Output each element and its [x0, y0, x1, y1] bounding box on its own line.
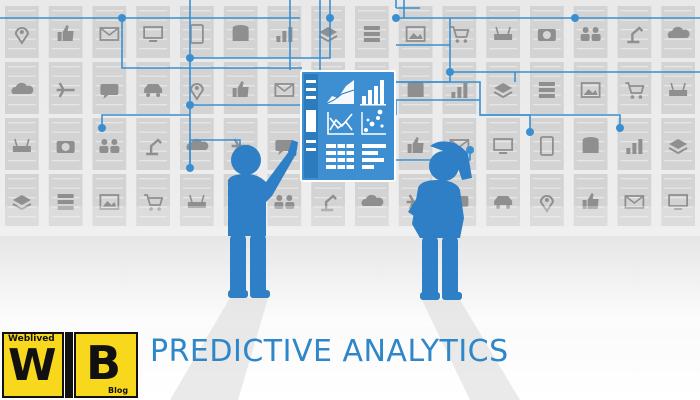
database-icon	[582, 137, 599, 153]
network-node	[526, 128, 534, 136]
network-node	[186, 54, 194, 62]
floor	[0, 236, 700, 326]
network-node	[571, 14, 579, 22]
icon-tile	[442, 6, 477, 58]
weblived-logo: Weblived W B Blog	[0, 330, 142, 400]
icon-tile	[530, 118, 564, 170]
network-node	[98, 124, 106, 132]
icon-tile	[136, 6, 170, 58]
icon-tile	[267, 6, 302, 58]
icon-tile	[48, 6, 83, 58]
icon-tile	[180, 6, 214, 58]
icon-tile	[530, 62, 564, 114]
network-node	[326, 14, 334, 22]
database-icon	[232, 25, 249, 41]
icon-tile	[486, 118, 520, 170]
icon-tile	[398, 62, 433, 114]
icon-tile	[530, 6, 564, 58]
icon-tile	[5, 118, 39, 170]
camera-icon	[56, 141, 75, 153]
icon-tile	[48, 118, 83, 170]
logo-letter-w: W	[8, 340, 57, 391]
icon-tile	[136, 62, 170, 114]
icon-tile	[5, 62, 39, 114]
icon-tile	[311, 6, 345, 58]
icon-tile	[661, 6, 695, 58]
icon-tile	[398, 118, 433, 170]
icon-tile	[48, 62, 83, 114]
network-node	[446, 68, 454, 76]
icon-tile	[573, 118, 608, 170]
icon-tile	[661, 62, 695, 114]
logo-bottom-text: Blog	[108, 386, 129, 395]
logo-separator	[65, 332, 73, 398]
icon-tile	[617, 6, 652, 58]
database-icon	[407, 81, 424, 97]
icon-tile	[267, 62, 302, 114]
icon-tile	[573, 6, 608, 58]
network-node	[186, 164, 194, 172]
network-node	[392, 14, 400, 22]
icon-tile	[223, 62, 258, 114]
icon-tile	[92, 118, 127, 170]
icon-tile	[180, 62, 214, 114]
network-node	[118, 14, 126, 22]
icon-tile	[92, 6, 127, 58]
server-icon	[363, 26, 380, 42]
icon-tile	[223, 6, 258, 58]
icon-tile	[573, 62, 608, 114]
icon-tile	[136, 118, 170, 170]
icon-tile	[661, 118, 695, 170]
analytics-dashboard	[300, 70, 396, 182]
network-node	[186, 101, 194, 109]
icon-tile	[617, 62, 652, 114]
logo-letter-b: B	[86, 336, 122, 390]
caption-title: PREDICTIVE ANALYTICS	[150, 334, 509, 369]
server-icon	[538, 82, 555, 98]
network-node	[466, 146, 474, 154]
network-node	[616, 124, 624, 132]
icon-tile	[5, 6, 39, 58]
icon-tile	[180, 118, 214, 170]
icon-tile	[486, 62, 520, 114]
camera-icon	[537, 29, 556, 41]
icon-tile	[355, 6, 389, 58]
icon-tile	[92, 62, 127, 114]
predictive-analytics-illustration: PREDICTIVE ANALYTICS Weblived W B Blog	[0, 0, 700, 400]
icon-tile	[486, 6, 520, 58]
